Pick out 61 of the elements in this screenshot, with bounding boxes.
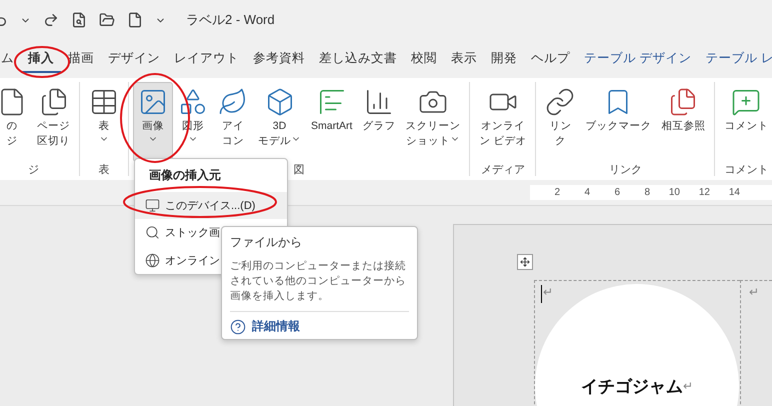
ribbon-button[interactable]: 3D モデル xyxy=(253,82,306,162)
menu-header: 画像の挿入元 xyxy=(148,167,222,184)
group-label: コメント xyxy=(724,163,768,178)
ruler-number: 12 xyxy=(698,187,710,198)
annotation-ellipse xyxy=(14,46,70,78)
ribbon-tab[interactable]: テーブル レ xyxy=(698,46,772,72)
ribbon-tab[interactable]: 参考資料 xyxy=(246,46,312,72)
group-label: メディア xyxy=(480,163,525,178)
ribbon-tab[interactable]: デザイン xyxy=(101,46,167,72)
search-icon xyxy=(145,225,160,240)
ribbon-tab[interactable]: 差し込み文書 xyxy=(312,46,404,72)
paragraph-mark: ↵ xyxy=(749,285,760,299)
new-document-icon[interactable] xyxy=(127,12,143,28)
ribbon-button[interactable]: 画像 xyxy=(133,82,173,162)
help-icon xyxy=(230,318,246,334)
ribbon-button[interactable]: アイ コン xyxy=(213,82,253,162)
ribbon-button[interactable]: グラフ xyxy=(357,82,400,162)
ribbon-tab[interactable]: レイアウト xyxy=(167,46,246,72)
ribbon-tab[interactable]: ヘルプ xyxy=(524,46,577,72)
ribbon-button[interactable]: オンライ ン ビデオ xyxy=(474,82,532,162)
text-cursor xyxy=(541,285,542,303)
ribbon-tab[interactable]: 開発 xyxy=(484,46,524,72)
ribbon-tab[interactable]: テーブル デザイン xyxy=(577,46,698,72)
group-label: ジ xyxy=(28,163,39,178)
ribbon-button[interactable]: SmartArt xyxy=(306,82,358,162)
monitor-icon xyxy=(145,198,160,214)
ribbon-button[interactable]: ブックマーク xyxy=(580,82,656,162)
ribbon-tab[interactable]: 挿入 xyxy=(21,46,61,72)
ribbon-tab[interactable]: 表示 xyxy=(444,46,484,72)
ribbon-button[interactable]: 相互参照 xyxy=(656,82,710,162)
ribbon-button[interactable]: リン ク xyxy=(540,82,580,162)
details-link[interactable]: 詳細情報 xyxy=(252,318,300,335)
redo-icon[interactable] xyxy=(43,12,59,28)
ribbon-tab[interactable]: ム xyxy=(0,46,21,72)
ribbon-button[interactable]: の ジ xyxy=(0,82,32,162)
ribbon-button[interactable]: 表 xyxy=(84,82,124,162)
ruler-number: 14 xyxy=(728,187,740,198)
window-title: ラベル2 - Word xyxy=(186,11,275,29)
ruler-number: 6 xyxy=(613,187,620,198)
ruler-number: 8 xyxy=(643,187,650,198)
ribbon-tab[interactable]: 校閲 xyxy=(404,46,444,72)
paragraph-mark: ↵ xyxy=(543,285,554,299)
paragraph-mark: ↵ xyxy=(682,379,694,393)
label-text: イチゴジャム xyxy=(580,376,683,398)
ribbon-tab[interactable]: 描画 xyxy=(61,46,101,72)
folder-icon[interactable] xyxy=(99,12,115,28)
tooltip-description: ご利用のコンピューターまたは接続されている他のコンピューターから画像を挿入します。 xyxy=(230,259,407,304)
ruler-number: 4 xyxy=(583,187,590,198)
tooltip-title: ファイルから xyxy=(230,234,303,251)
globe-icon xyxy=(145,252,160,268)
menu-item[interactable]: このデバイス...(D) xyxy=(135,192,287,220)
move-handle-icon[interactable] xyxy=(517,254,533,270)
group-label: 表 xyxy=(98,163,110,178)
ribbon-button[interactable]: コメント xyxy=(719,82,772,162)
ruler-number: 2 xyxy=(553,187,560,198)
ruler-number: 10 xyxy=(668,187,680,198)
print-preview-icon[interactable] xyxy=(71,12,87,28)
ribbon-button[interactable]: スクリーン ショット xyxy=(400,82,466,162)
group-label: 図 xyxy=(294,163,305,178)
ribbon-button[interactable]: ページ 区切り xyxy=(32,82,75,162)
group-label: リンク xyxy=(608,163,642,178)
